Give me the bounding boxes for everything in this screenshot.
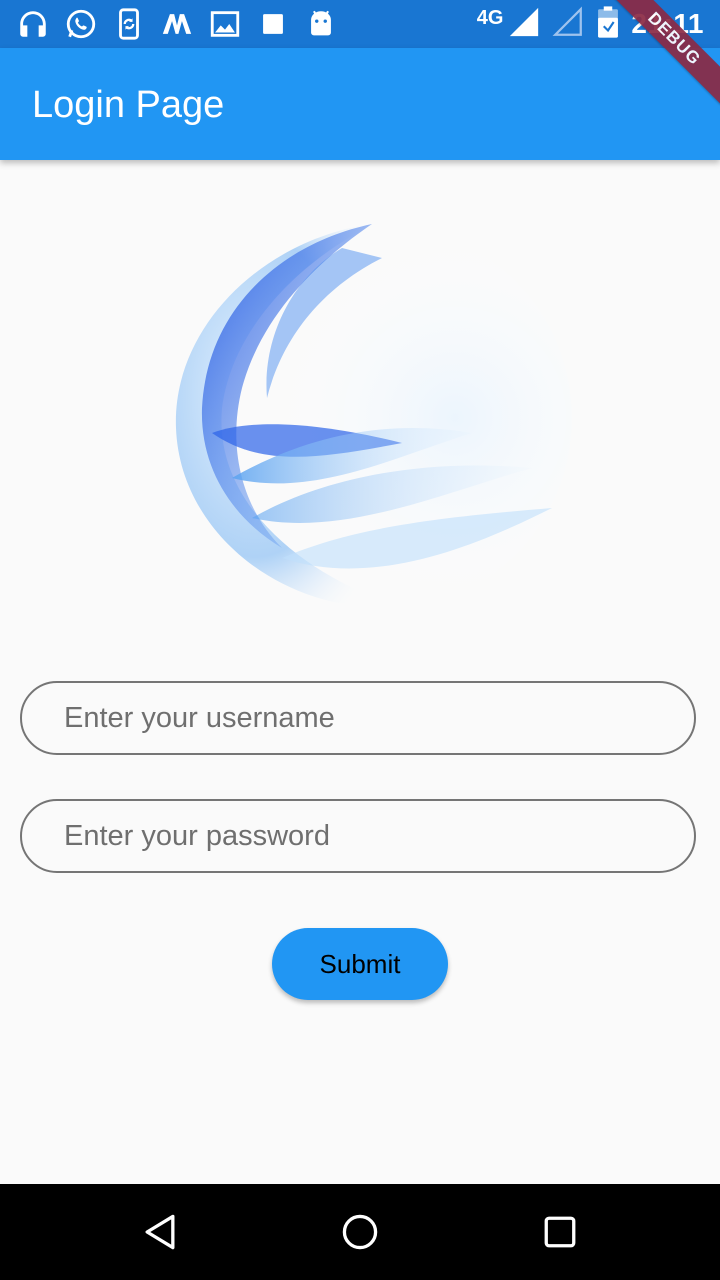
phone-sync-icon (112, 7, 146, 41)
page-title: Login Page (32, 84, 225, 126)
notification-icons (16, 6, 338, 42)
home-icon[interactable] (336, 1208, 384, 1256)
android-icon (304, 7, 338, 41)
password-input[interactable] (62, 818, 666, 854)
battery-icon (595, 5, 621, 44)
app-bar: Login Page (0, 48, 720, 160)
password-field[interactable] (20, 799, 696, 873)
submit-button[interactable]: Submit (272, 928, 448, 1000)
username-field[interactable] (20, 681, 696, 755)
navigation-bar (0, 1184, 720, 1280)
gallery-icon (208, 7, 242, 41)
signal-empty-icon (551, 5, 585, 44)
back-icon[interactable] (136, 1208, 184, 1256)
m-app-icon (160, 7, 194, 41)
status-bar: 4G 21:11 (0, 0, 720, 48)
network-type: 4G (476, 6, 504, 29)
headphones-icon (16, 7, 50, 41)
whatsapp-icon (64, 7, 98, 41)
login-screen: 4G 21:11 Login Page DEBUG (0, 0, 720, 1280)
square-notification-icon (256, 7, 290, 41)
app-logo (172, 218, 572, 618)
signal-icon (507, 5, 541, 44)
recents-icon[interactable] (536, 1208, 584, 1256)
username-input[interactable] (62, 700, 666, 736)
